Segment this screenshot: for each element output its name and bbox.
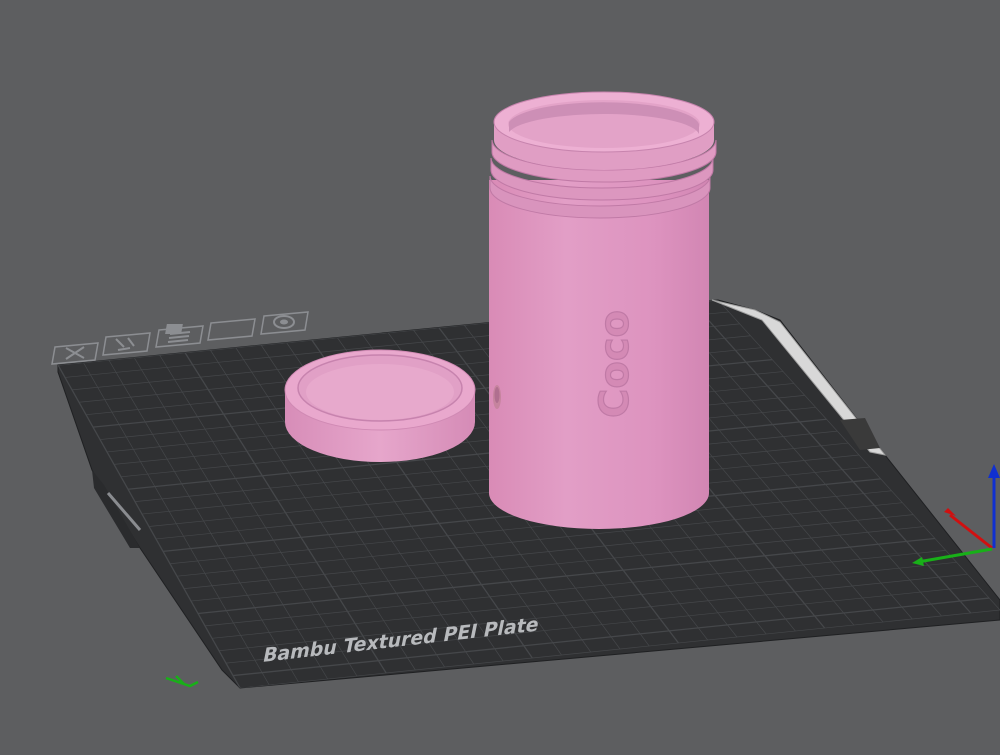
origin-marker-icon (165, 675, 199, 688)
close-icon[interactable] (51, 342, 99, 365)
lid-inner-floor (306, 364, 454, 420)
jar-object[interactable]: Coco (489, 91, 717, 529)
target-icon[interactable] (260, 311, 309, 335)
lid-object[interactable] (284, 349, 476, 462)
3d-viewport[interactable]: Bambu Textured PEI Plate Coco (0, 0, 1000, 750)
jar-engraved-text: Coco (592, 310, 638, 418)
x-axis (949, 513, 993, 550)
scene-svg[interactable]: Bambu Textured PEI Plate Coco (0, 0, 1000, 750)
arrange-icon[interactable] (102, 332, 151, 356)
